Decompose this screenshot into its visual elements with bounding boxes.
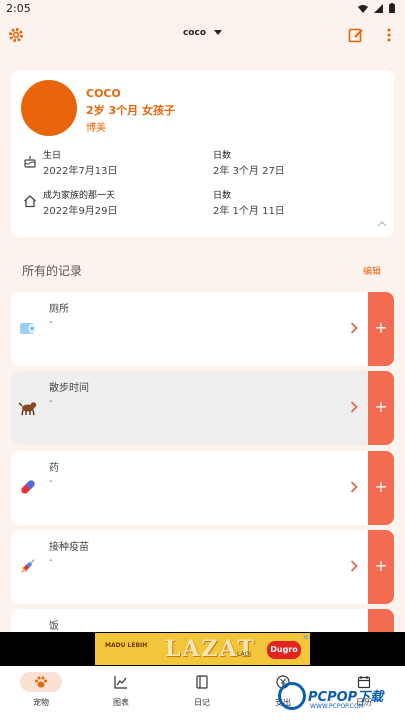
ad-headline: LAZAT xyxy=(165,636,256,662)
pet-selector-label: coco xyxy=(182,28,207,38)
signal-icon xyxy=(374,3,383,13)
nav-indicator xyxy=(20,672,62,692)
records-section-title: 所有的记录 xyxy=(22,264,83,278)
add-record-button[interactable]: + xyxy=(368,371,394,445)
cake-icon xyxy=(24,156,36,168)
record-row-body[interactable]: 接种疫苗 - xyxy=(11,530,368,604)
chart-icon xyxy=(114,676,127,689)
record-row-toilet[interactable]: 厕所 - + xyxy=(11,292,394,366)
joined-label: 成为家族的那一天 xyxy=(43,191,116,201)
joined-days-label: 日数 xyxy=(213,191,232,201)
birthday-days-label: 日数 xyxy=(213,151,232,161)
record-row-medicine[interactable]: 药 - + xyxy=(11,451,394,525)
add-record-button[interactable]: + xyxy=(368,451,394,525)
record-row-body[interactable]: 厕所 - xyxy=(11,292,368,366)
chevron-right-icon xyxy=(350,401,358,413)
chevron-up-icon[interactable] xyxy=(377,220,387,228)
nav-item-pets[interactable]: 宠物 xyxy=(11,672,71,716)
birthday-value: 2022年7月13日 xyxy=(43,166,118,177)
chevron-right-icon xyxy=(350,481,358,493)
record-row-body[interactable]: 散步时间 - xyxy=(11,371,368,445)
record-name: 接种疫苗 xyxy=(49,542,89,553)
book-icon xyxy=(196,675,208,689)
birthday-label: 生日 xyxy=(43,151,62,161)
pet-age-gender: 2岁 3个月 女孩子 xyxy=(86,104,175,117)
joined-value: 2022年9月29日 xyxy=(43,206,118,217)
toilet-paper-icon xyxy=(20,323,36,334)
record-value: - xyxy=(49,476,53,487)
ad-close-icon[interactable]: ✕ xyxy=(302,633,309,642)
pet-selector-dropdown[interactable]: coco xyxy=(0,28,405,38)
record-name: 厕所 xyxy=(49,304,69,315)
pet-profile-card[interactable]: COCO 2岁 3个月 女孩子 博美 生日 2022年7月13日 日数 2年 3… xyxy=(11,70,394,237)
record-row-walk[interactable]: 散步时间 - + xyxy=(11,371,394,445)
edit-note-icon[interactable] xyxy=(348,27,364,43)
wifi-icon xyxy=(358,4,368,13)
records-edit-button[interactable]: 编辑 xyxy=(363,264,381,277)
birthday-days-value: 2年 3个月 27日 xyxy=(213,166,285,177)
ad-tagline-2: LAGI xyxy=(237,651,251,658)
nav-label: 宠物 xyxy=(33,698,49,707)
syringe-icon xyxy=(21,559,35,573)
ad-creative[interactable]: MADU LEBIH LAZAT LAGI Dugro xyxy=(95,633,310,665)
record-row-vaccine[interactable]: 接种疫苗 - + xyxy=(11,530,394,604)
status-bar: 2:05 xyxy=(0,0,405,18)
site-watermark: PCPOP下载 WWW.PCPOP.COM xyxy=(278,682,405,716)
ad-tagline: MADU LEBIH xyxy=(105,642,148,649)
ad-brand-logo: Dugro xyxy=(267,641,301,659)
ad-banner[interactable]: MADU LEBIH LAZAT LAGI Dugro ✕ xyxy=(0,632,405,666)
nav-label: 图表 xyxy=(113,698,129,707)
home-icon xyxy=(24,195,36,208)
pet-name: COCO xyxy=(86,87,121,100)
battery-icon xyxy=(389,3,395,13)
watermark-logo-icon xyxy=(278,682,306,710)
nav-indicator xyxy=(181,672,223,692)
nav-item-diary[interactable]: 日记 xyxy=(172,672,232,716)
nav-indicator xyxy=(100,672,142,692)
nav-item-charts[interactable]: 图表 xyxy=(91,672,151,716)
record-name: 药 xyxy=(49,463,59,474)
record-value: - xyxy=(49,555,53,566)
status-time: 2:05 xyxy=(6,2,31,15)
pet-breed: 博美 xyxy=(86,123,106,134)
more-vert-icon[interactable] xyxy=(384,27,394,43)
record-value: - xyxy=(49,317,53,328)
record-name: 散步时间 xyxy=(49,383,89,394)
pet-avatar[interactable] xyxy=(21,80,77,136)
top-app-bar: coco xyxy=(0,18,405,54)
chevron-down-icon xyxy=(214,30,223,35)
watermark-url: WWW.PCPOP.COM xyxy=(310,703,364,710)
record-row-body[interactable]: 药 - xyxy=(11,451,368,525)
dog-walk-icon xyxy=(18,402,37,416)
chevron-right-icon xyxy=(350,560,358,572)
paw-icon xyxy=(35,676,47,688)
nav-label: 日记 xyxy=(194,698,210,707)
joined-days-value: 2年 1个月 11日 xyxy=(213,206,285,217)
system-icons xyxy=(358,3,395,13)
record-value: - xyxy=(49,396,53,407)
record-name: 饭 xyxy=(49,621,59,632)
add-record-button[interactable]: + xyxy=(368,292,394,366)
pill-icon xyxy=(21,480,35,494)
add-record-button[interactable]: + xyxy=(368,530,394,604)
chevron-right-icon xyxy=(350,322,358,334)
